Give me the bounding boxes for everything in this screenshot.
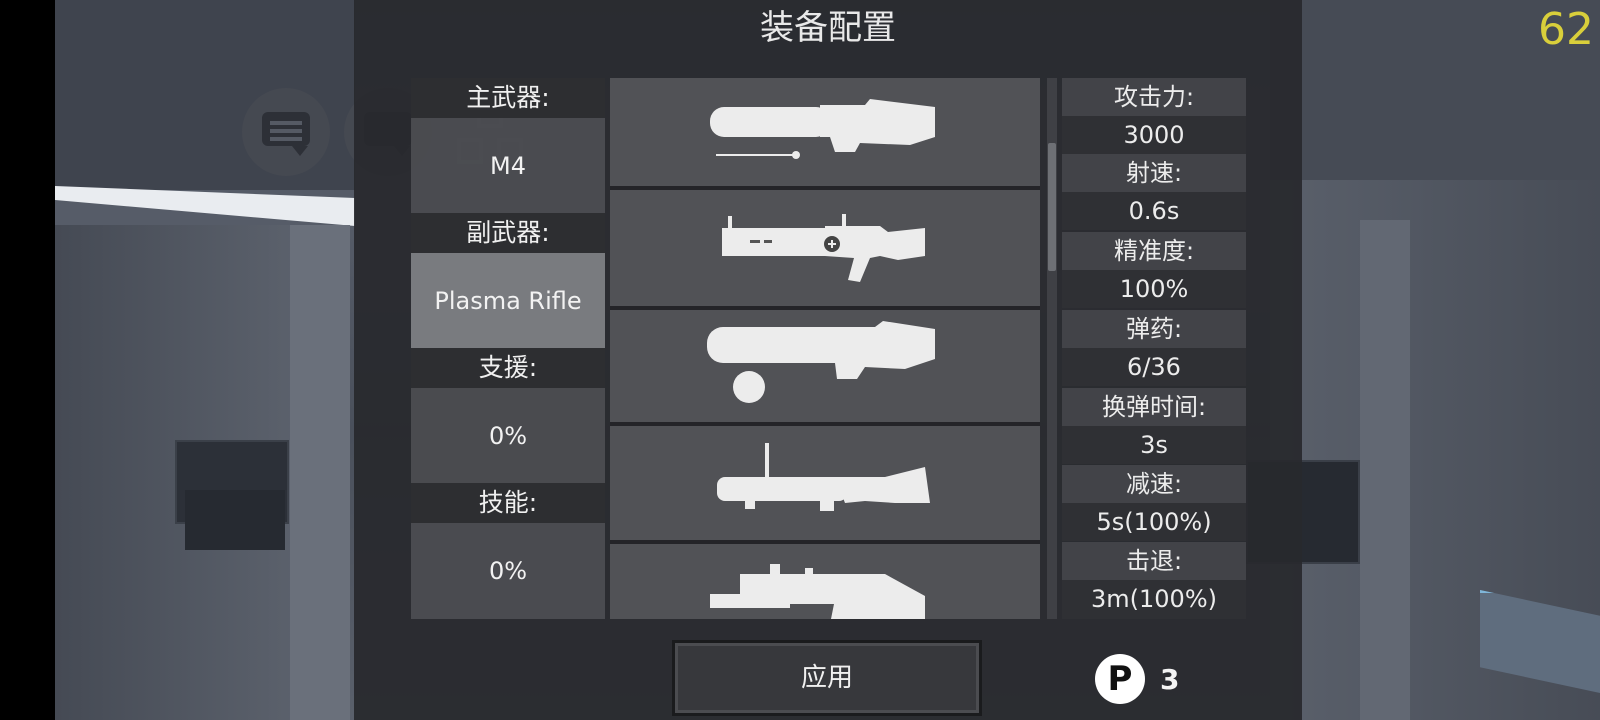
fire-rate-value: 0.6s [1062,192,1246,230]
primary-weapon-value: M4 [490,151,526,180]
support-label: 支援: [411,348,605,388]
chat-icon[interactable] [242,88,330,176]
slow-label: 减速: [1062,465,1246,503]
weapon-card[interactable] [610,426,1040,540]
pillar [1360,220,1410,720]
secondary-weapon-value: Plasma Rifle [434,286,582,315]
secondary-weapon-label: 副武器: [411,213,605,253]
points-value: 3 [1160,663,1180,696]
grenade-launcher-icon [717,443,930,511]
loadout-slots: 主武器: M4 副武器: Plasma Rifle 支援: 0% 技能: 0% [411,78,605,619]
weapon-card[interactable] [610,190,1040,306]
weapon-list[interactable] [610,78,1040,619]
skill-value: 0% [488,557,528,585]
reload-time-label: 换弹时间: [1062,388,1246,426]
ceiling-light [55,186,355,226]
pillar [290,225,350,720]
fps-counter: 62 [1538,4,1594,55]
skill-slot[interactable]: 0% [411,523,605,619]
assault-rifle-icon [710,99,935,159]
attack-label: 攻击力: [1062,78,1246,116]
weapon-card[interactable] [610,78,1040,186]
minigun-icon [710,564,925,619]
reload-time-value: 3s [1062,426,1246,464]
knockback-label: 击退: [1062,542,1246,580]
crate [185,490,285,550]
primary-weapon-label: 主武器: [411,78,605,118]
knockback-value: 3m(100%) [1062,580,1246,619]
apply-button[interactable]: 应用 [672,640,982,716]
weapon-list-scrollbar[interactable] [1047,78,1057,619]
panel-title: 装备配置 [760,8,896,48]
ammo-label: 弹药: [1062,310,1246,348]
slow-value: 5s(100%) [1062,503,1246,541]
plasma-rifle-icon [722,214,925,282]
fire-rate-label: 射速: [1062,154,1246,192]
weapon-card[interactable] [610,310,1040,422]
weapon-card[interactable] [610,544,1040,619]
heavy-cannon-icon [707,321,935,403]
support-value: 0% [488,421,528,450]
points-icon: P [1095,654,1145,704]
primary-weapon-slot[interactable]: M4 [411,118,605,213]
secondary-weapon-slot[interactable]: Plasma Rifle [411,253,605,348]
support-slot[interactable]: 0% [411,388,605,483]
weapon-stats: 攻击力: 3000 射速: 0.6s 精准度: 100% 弹药: 6/36 换弹… [1062,78,1246,619]
scroll-thumb[interactable] [1048,143,1056,271]
skill-label: 技能: [411,483,605,523]
accuracy-value: 100% [1062,270,1246,308]
attack-value: 3000 [1062,116,1246,154]
ammo-value: 6/36 [1062,348,1246,386]
accuracy-label: 精准度: [1062,232,1246,270]
